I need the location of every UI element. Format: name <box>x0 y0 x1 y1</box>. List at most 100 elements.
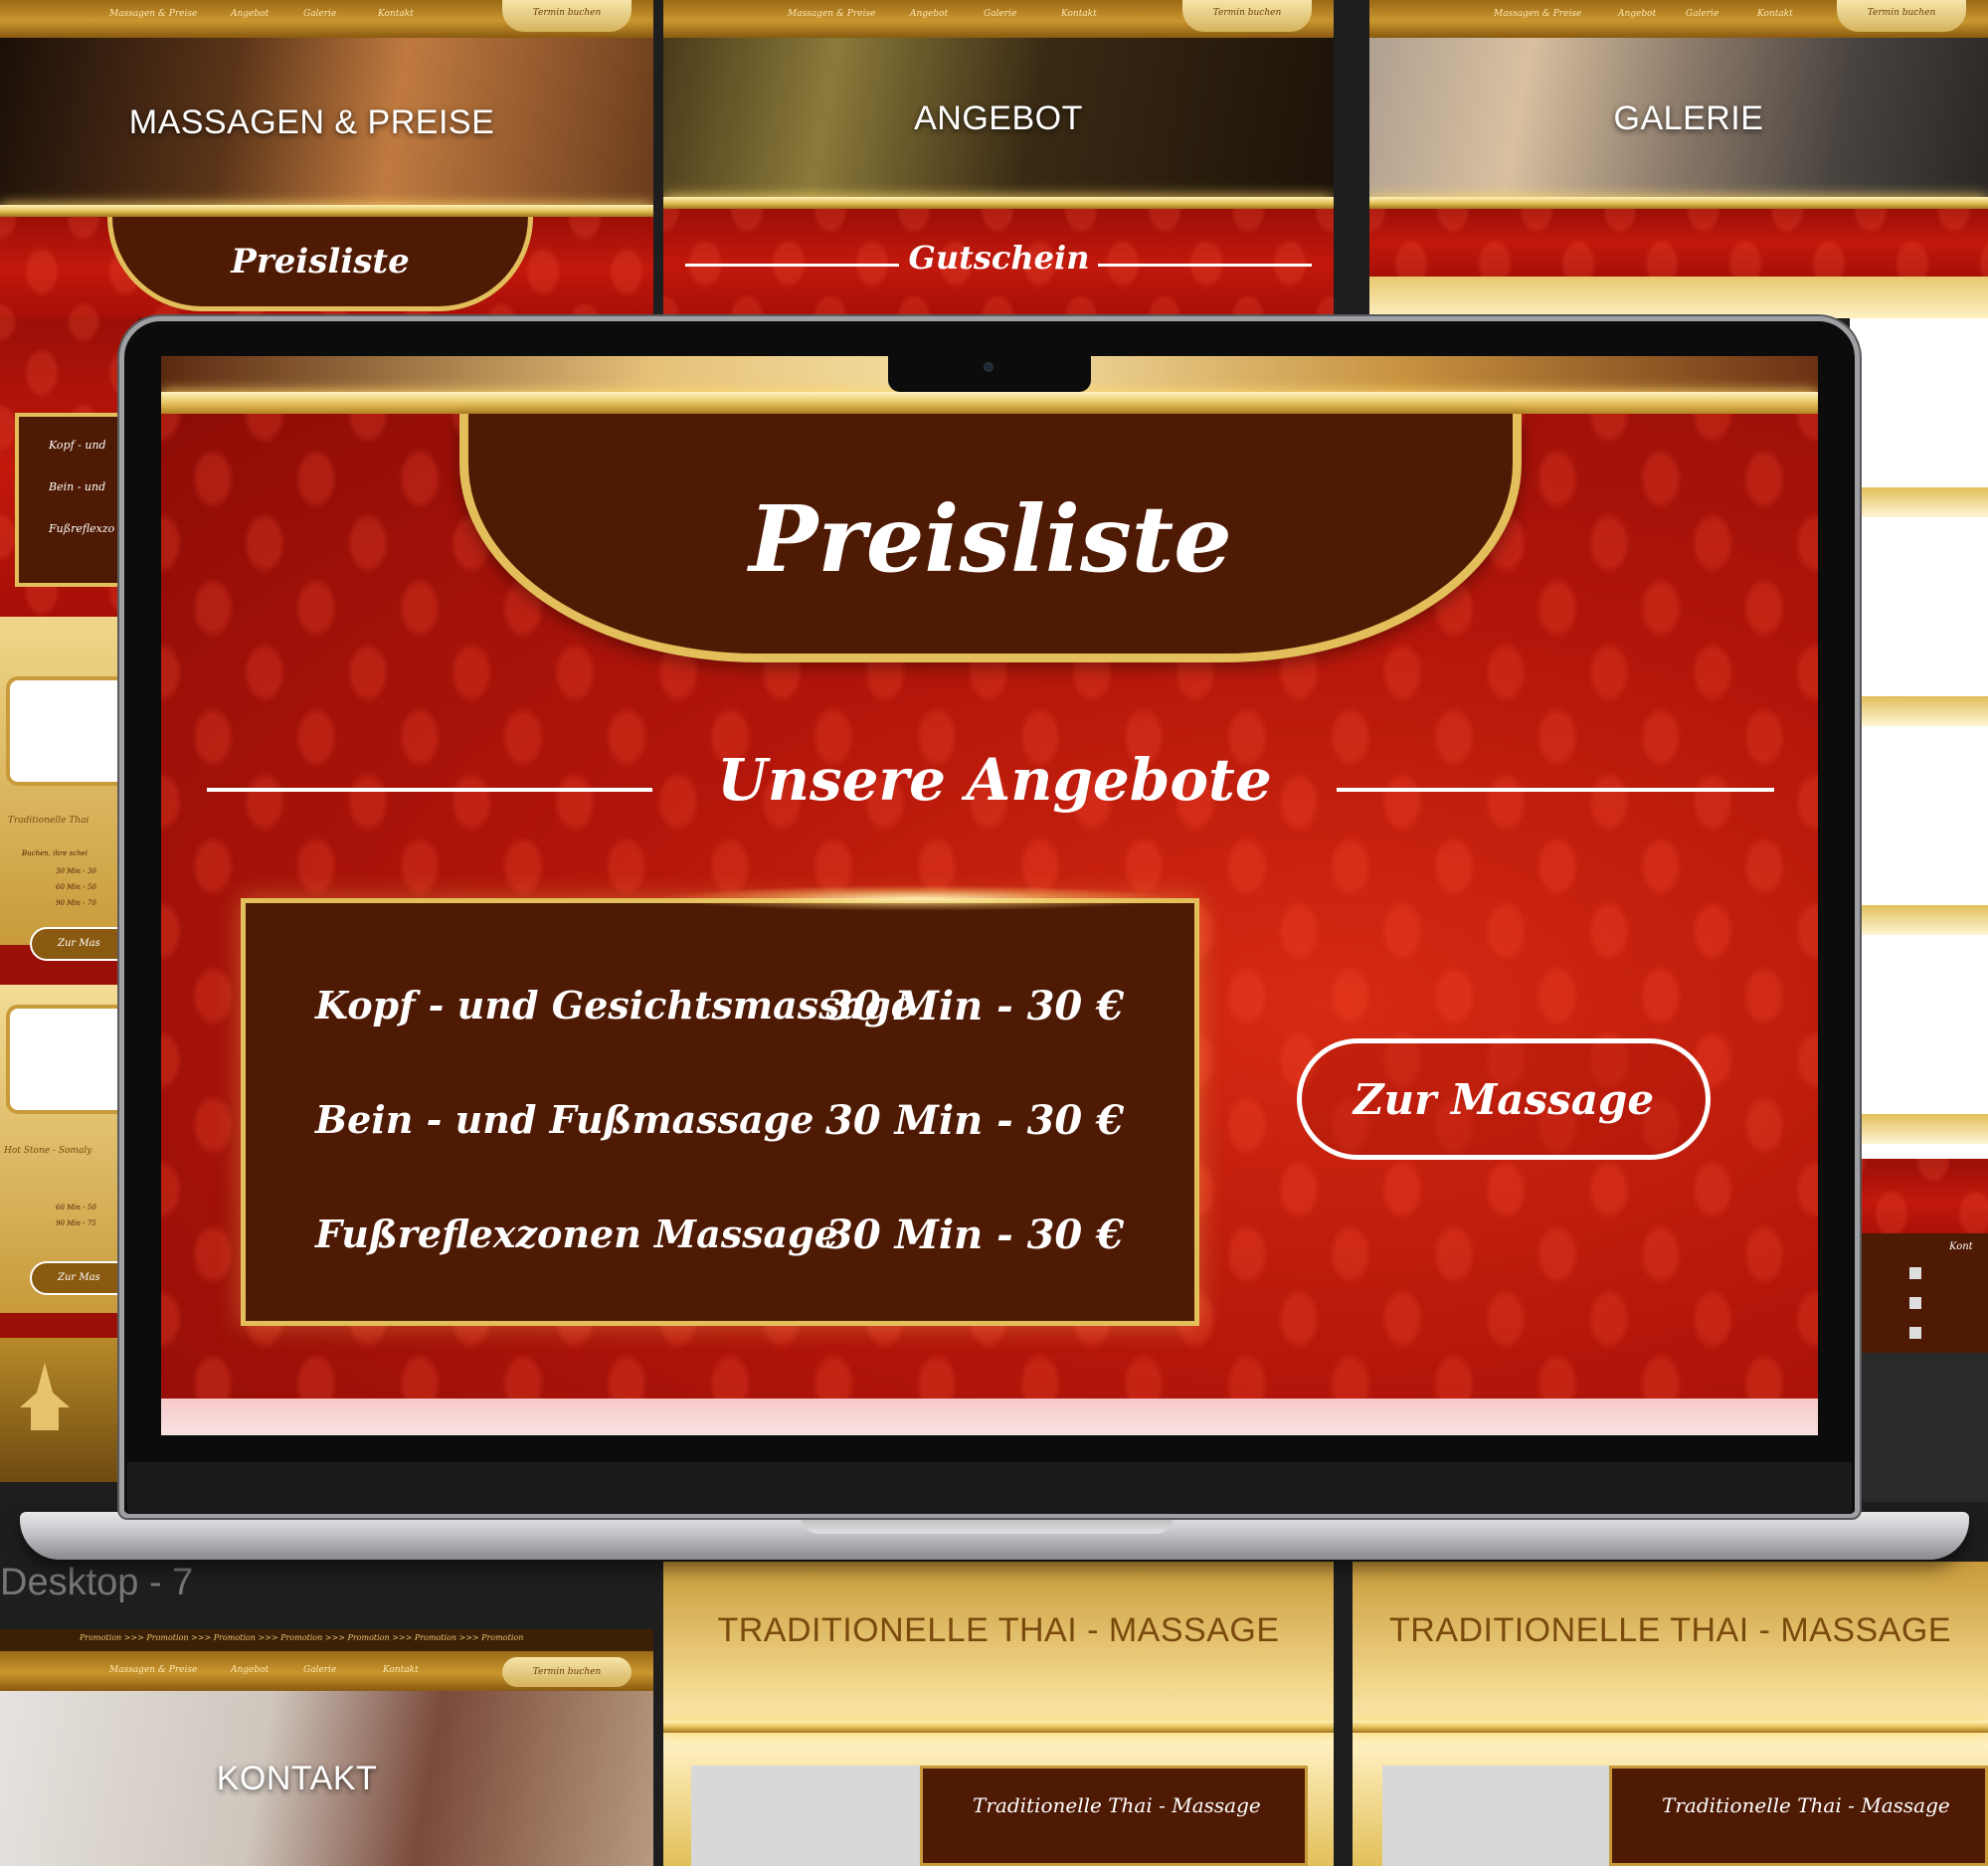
mockup-thai-1: TRADITIONELLE THAI - MASSAGE Traditionel… <box>663 1562 1334 1866</box>
price-item: Fußreflexzo <box>49 522 115 535</box>
price-list-box: Kopf - und Gesichtsmassage 30 Min - 30 €… <box>241 898 1199 1326</box>
location-icon <box>1909 1327 1921 1339</box>
phone-icon <box>1909 1267 1921 1279</box>
price-item: Bein - und <box>49 480 106 493</box>
section-title: Unsere Angebote <box>717 746 1272 814</box>
divider-left <box>685 264 899 267</box>
laptop-screen: Preisliste Unsere Angebote Kopf - und Ge… <box>161 356 1818 1435</box>
mockup-massagen-preise: Massagen & Preise Angebot Galerie Kontak… <box>0 0 653 318</box>
price-item-name: Fußreflexzonen Massage <box>315 1212 838 1256</box>
card-line: 60 Min - 50 <box>56 883 96 891</box>
price-item-price: 30 Min - 30 € <box>825 1097 1125 1144</box>
camera-icon <box>984 362 994 372</box>
nav-item[interactable]: Kontakt <box>1757 9 1793 19</box>
nav-item[interactable]: Galerie <box>1686 9 1718 19</box>
card-title: Traditionelle Thai - Massage <box>973 1793 1261 1817</box>
card-title: Traditionelle Thai <box>8 816 90 826</box>
card-line: 60 Min - 50 <box>56 1204 96 1212</box>
book-button[interactable]: Termin buchen <box>1837 0 1966 32</box>
nav-item[interactable]: Massagen & Preise <box>109 1665 197 1675</box>
price-item: Kopf - und <box>49 439 106 452</box>
preisliste-tab: Preisliste <box>459 414 1522 662</box>
contact-heading: Kont <box>1949 1241 1973 1252</box>
section-title: Gutschein <box>908 239 1090 277</box>
gold-divider <box>0 205 653 217</box>
section-title: TRADITIONELLE THAI - MASSAGE <box>1388 1611 1952 1649</box>
nav-item[interactable]: Angebot <box>910 9 948 19</box>
laptop-camera-notch <box>888 354 1091 392</box>
gold-band <box>1369 277 1988 318</box>
divider-left <box>207 788 652 792</box>
hero-banner: KONTAKT <box>0 1691 653 1866</box>
section-title: TRADITIONELLE THAI - MASSAGE <box>717 1611 1280 1649</box>
gold-divider <box>161 392 1818 414</box>
mail-icon <box>1909 1297 1921 1309</box>
book-button[interactable]: Termin buchen <box>502 0 632 32</box>
mockup-nav: Massagen & Preise Angebot Galerie Kontak… <box>663 0 1334 38</box>
mockup-left-strip: Kopf - und Bein - und Fußreflexzo Tradit… <box>0 318 139 1482</box>
image-placeholder <box>691 1766 950 1866</box>
nav-item[interactable]: Kontakt <box>1061 9 1097 19</box>
screen-bottom-strip <box>161 1399 1818 1435</box>
ticker-text: Promotion >>> Promotion >>> Promotion >>… <box>80 1633 524 1642</box>
nav-item[interactable]: Angebot <box>231 9 269 19</box>
card-title: Traditionelle Thai - Massage <box>1662 1793 1950 1817</box>
temple-logo-icon <box>15 1363 75 1432</box>
mockup-thai-2: TRADITIONELLE THAI - MASSAGE Traditionel… <box>1353 1562 1988 1866</box>
card-line: 30 Min - 30 <box>56 867 96 875</box>
artboard-label: Desktop - 7 <box>0 1562 194 1603</box>
nav-item[interactable]: Galerie <box>303 1665 336 1675</box>
image-placeholder <box>1382 1766 1641 1866</box>
nav-item[interactable]: Kontakt <box>383 1665 419 1675</box>
nav-item[interactable]: Angebot <box>231 1665 269 1675</box>
mockup-kontakt: Desktop - 7 Promotion >>> Promotion >>> … <box>0 1562 653 1866</box>
nav-item[interactable]: Massagen & Preise <box>1494 9 1581 19</box>
gold-band <box>1850 905 1988 935</box>
glow-accent <box>658 885 1175 911</box>
pattern-background <box>1369 209 1988 277</box>
card-button-label: Zur Mas <box>58 1272 100 1283</box>
book-button[interactable]: Termin buchen <box>502 1657 632 1687</box>
gold-divider <box>663 197 1334 209</box>
pattern-background <box>1850 1159 1988 1243</box>
nav-item[interactable]: Massagen & Preise <box>109 9 197 19</box>
thai-card: Traditionelle Thai - Massage <box>1609 1766 1988 1866</box>
laptop-bottom-bezel <box>127 1462 1852 1514</box>
mockup-nav: Massagen & Preise Angebot Galerie Kontak… <box>0 0 653 38</box>
gold-divider <box>663 1721 1334 1733</box>
tab-title: Preisliste <box>231 242 410 281</box>
mockup-nav: Massagen & Preise Angebot Galerie Kontak… <box>1369 0 1988 38</box>
nav-item[interactable]: Galerie <box>984 9 1016 19</box>
gold-divider <box>1369 197 1988 209</box>
zur-massage-label: Zur Massage <box>1353 1074 1655 1124</box>
mockup-angebot: Massagen & Preise Angebot Galerie Kontak… <box>663 0 1334 318</box>
hero-title: MASSAGEN & PREISE <box>128 102 495 141</box>
book-button[interactable]: Termin buchen <box>1182 0 1312 32</box>
nav-item[interactable]: Galerie <box>303 9 336 19</box>
nav-item[interactable]: Angebot <box>1618 9 1656 19</box>
gold-band <box>1850 1114 1988 1144</box>
promo-ticker: Promotion >>> Promotion >>> Promotion >>… <box>0 1629 653 1651</box>
card-title: Hot Stone - Somaly <box>4 1146 92 1156</box>
card-button-label: Zur Mas <box>58 938 100 949</box>
divider-right <box>1098 264 1312 267</box>
nav-item[interactable]: Kontakt <box>378 9 414 19</box>
zur-massage-button[interactable]: Zur Massage <box>1297 1038 1711 1160</box>
preisliste-tab: Preisliste <box>107 217 533 311</box>
hero-title: GALERIE <box>1613 98 1764 137</box>
price-item-price: 30 Min - 30 € <box>825 1212 1125 1258</box>
hero-title: ANGEBOT <box>914 98 1083 137</box>
gold-divider <box>1353 1721 1988 1733</box>
hero-banner: GALERIE <box>1369 38 1988 199</box>
gold-band <box>1850 696 1988 726</box>
footer-dark <box>1850 1353 1988 1502</box>
price-item-name: Bein - und Fußmassage <box>315 1097 814 1142</box>
hero-title: KONTAKT <box>216 1759 378 1797</box>
divider-right <box>1337 788 1774 792</box>
gold-band <box>1850 487 1988 517</box>
thai-card: Traditionelle Thai - Massage <box>920 1766 1308 1866</box>
hero-banner: ANGEBOT <box>663 38 1334 199</box>
mockup-nav: Massagen & Preise Angebot Galerie Kontak… <box>0 1651 653 1691</box>
nav-item[interactable]: Massagen & Preise <box>788 9 875 19</box>
mockup-galerie: Massagen & Preise Angebot Galerie Kontak… <box>1369 0 1988 318</box>
